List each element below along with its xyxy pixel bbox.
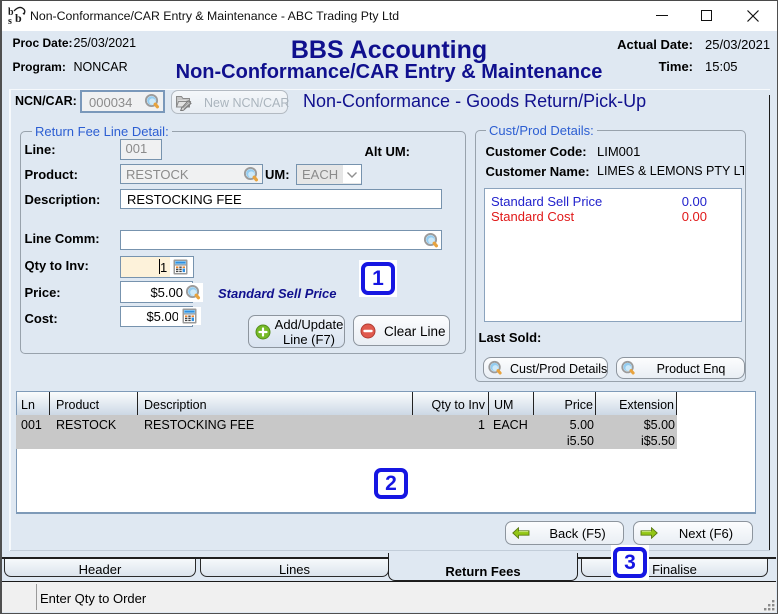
svg-text:s: s [8, 16, 12, 26]
svg-text:b: b [15, 11, 22, 25]
